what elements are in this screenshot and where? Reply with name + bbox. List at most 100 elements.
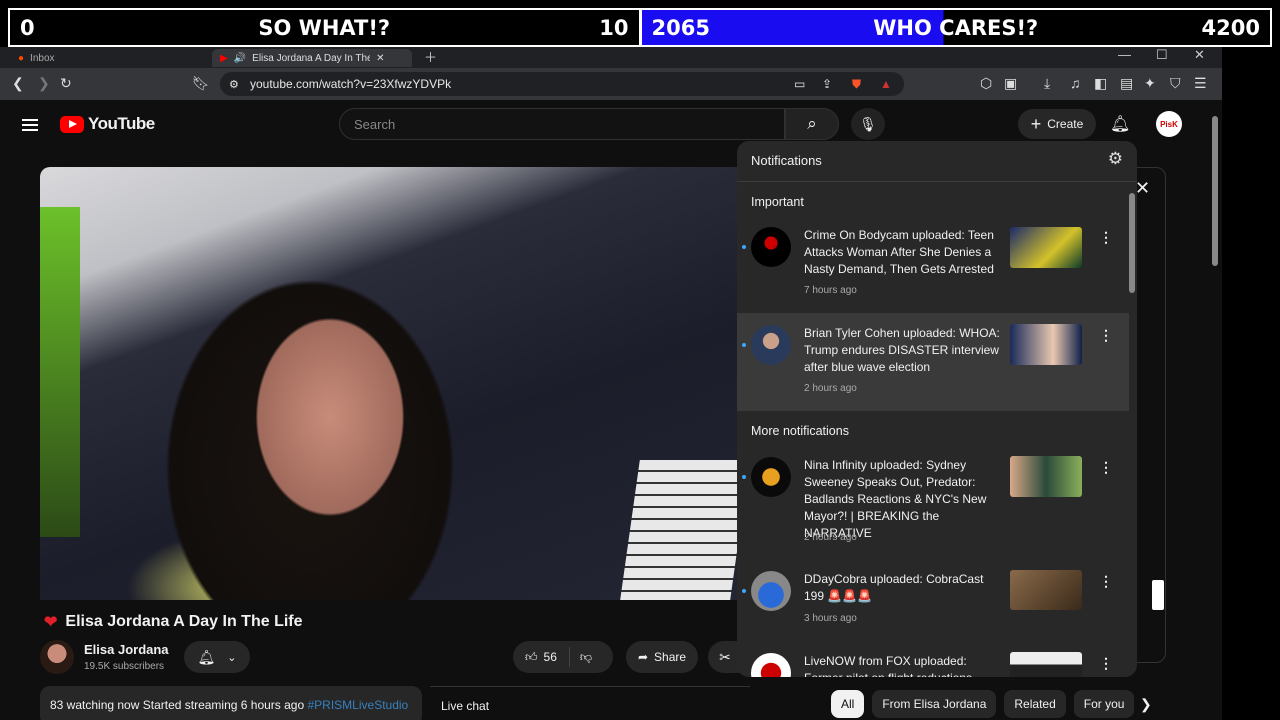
create-button[interactable]: + Create <box>1018 109 1096 139</box>
notification-item[interactable]: Crime On Bodycam uploaded: Teen Attacks … <box>737 215 1129 313</box>
reader-icon[interactable]: ▣ <box>1004 75 1017 92</box>
notification-item[interactable]: LiveNOW from FOX uploaded: Former pilot … <box>737 641 1129 677</box>
bookmark-icon[interactable]: 🔖︎ <box>192 75 210 92</box>
close-window-button[interactable]: ✕ <box>1194 47 1205 63</box>
chip-all[interactable]: All <box>831 690 865 718</box>
new-tab-button[interactable]: ＋ <box>424 47 437 66</box>
video-player[interactable] <box>40 167 740 600</box>
maximize-button[interactable]: ☐ <box>1156 47 1168 63</box>
channel-avatar <box>751 457 791 497</box>
menu-icon[interactable]: ☰ <box>1194 75 1207 92</box>
more-options-icon[interactable]: ⋮ <box>1099 459 1113 476</box>
wallet-icon[interactable]: ▤ <box>1120 75 1133 92</box>
browser-toolbar: ❮ ❯ ↻ 🔖︎ ⚙ youtube.com/watch?v=23XfwzYDV… <box>0 68 1222 100</box>
cast-icon[interactable]: ▭ <box>794 77 805 91</box>
minimize-button[interactable]: — <box>1118 47 1131 62</box>
youtube-logo[interactable]: YouTube <box>60 114 155 134</box>
popup-scrollbar[interactable] <box>1129 193 1135 293</box>
chevron-down-icon: ⌄ <box>227 651 237 664</box>
left-count: 10 <box>599 15 629 40</box>
forward-icon[interactable]: ❯ <box>38 75 50 92</box>
like-count: 56 <box>543 650 557 664</box>
youtube-icon: ▶ <box>220 52 228 64</box>
live-chat-header[interactable]: Live chat <box>430 686 750 720</box>
tab-close-icon[interactable]: ✕ <box>376 53 384 64</box>
url-text: youtube.com/watch?v=23XfwzYDVPk <box>250 77 452 91</box>
chevron-right-icon[interactable]: ❯ <box>1140 696 1152 713</box>
logo-text: YouTube <box>88 114 155 133</box>
channel-avatar <box>751 227 791 267</box>
subscription-bell-button[interactable]: 🔔︎ ⌄ <box>184 641 250 673</box>
search-input[interactable]: Search <box>339 108 785 140</box>
right-count: 4200 <box>1201 15 1260 40</box>
chat-scrollbar-thumb[interactable] <box>1152 580 1164 610</box>
more-options-icon[interactable]: ⋮ <box>1099 573 1113 590</box>
video-title-text: Elisa Jordana A Day In The Life <box>65 613 303 630</box>
share-page-icon[interactable]: ⇪ <box>822 77 832 91</box>
share-icon: ➦ <box>637 650 649 664</box>
tab-strip: ● Inbox ▶ 🔊 Elisa Jordana A Day In The ✕… <box>0 47 1222 68</box>
chip-for-you[interactable]: For you <box>1073 690 1135 718</box>
notification-time: 7 hours ago <box>804 285 857 296</box>
scrollbar-thumb[interactable] <box>1212 116 1218 266</box>
vpn-icon[interactable]: ⛉ <box>1170 75 1181 92</box>
reload-icon[interactable]: ↻ <box>60 75 72 92</box>
media-icon[interactable]: ♫ <box>1070 75 1081 91</box>
description-text: 83 watching now Started streaming 6 hour… <box>50 698 305 712</box>
page-scrollbar[interactable] <box>1208 100 1222 720</box>
extensions-icon[interactable]: ⬡ <box>980 75 992 92</box>
video-thumbnail <box>1010 227 1082 268</box>
back-icon[interactable]: ❮ <box>12 75 24 92</box>
settings-gear-icon[interactable]: ⚙ <box>1108 149 1123 169</box>
notification-text: Crime On Bodycam uploaded: Teen Attacks … <box>804 228 994 276</box>
download-icon[interactable]: ⤓ <box>1044 75 1050 92</box>
video-thumbnail <box>1010 652 1082 677</box>
account-avatar[interactable]: PisK <box>1156 111 1182 137</box>
video-title: ❤ Elisa Jordana A Day In The Life <box>44 612 303 632</box>
notification-text: LiveNOW from FOX uploaded: Former pilot … <box>804 654 972 677</box>
video-frame-detail <box>620 460 740 600</box>
leo-ai-icon[interactable]: ✦ <box>1144 75 1156 92</box>
notification-item[interactable]: Brian Tyler Cohen uploaded: WHOA: Trump … <box>737 313 1129 411</box>
share-button[interactable]: ➦ Share <box>626 641 698 673</box>
hashtag-link[interactable]: #PRISMLiveStudio <box>308 698 409 712</box>
brave-shield-icon[interactable]: ⛊ <box>852 77 861 92</box>
video-frame-detail <box>40 207 80 537</box>
close-icon[interactable]: ✕ <box>1135 178 1150 199</box>
notification-item[interactable]: DDayCobra uploaded: CobraCast 199 🚨🚨🚨 3 … <box>737 559 1129 641</box>
scissors-icon: ✂ <box>719 648 731 665</box>
chip-related[interactable]: Related <box>1004 690 1066 718</box>
sidebar-icon[interactable]: ◧ <box>1094 75 1107 92</box>
hamburger-menu-icon[interactable] <box>22 116 38 134</box>
heart-icon: ❤ <box>44 614 58 631</box>
chip-from-channel[interactable]: From Elisa Jordana <box>872 690 997 718</box>
tab-youtube-video[interactable]: ▶ 🔊 Elisa Jordana A Day In The ✕ <box>212 49 412 67</box>
notifications-title: Notifications <box>751 153 822 168</box>
address-bar[interactable]: ⚙ youtube.com/watch?v=23XfwzYDVPk ▭ ⇪ ⛊ … <box>220 72 904 96</box>
thumbs-down-icon: 👎︎ <box>579 649 593 664</box>
tab-title: Elisa Jordana A Day In The <box>252 52 371 64</box>
channel-avatar <box>751 571 791 611</box>
channel-avatar <box>751 653 791 677</box>
site-info-icon[interactable]: ⚙ <box>229 78 239 91</box>
more-options-icon[interactable]: ⋮ <box>1099 327 1113 344</box>
filter-chips: All From Elisa Jordana Related For you <box>831 690 1135 718</box>
like-button[interactable]: 👍︎ 56 <box>513 647 570 667</box>
search-button[interactable]: ⌕ <box>785 108 839 140</box>
tab-inbox[interactable]: ● Inbox <box>10 49 63 67</box>
notifications-bell-icon[interactable]: 🔔︎ <box>1110 114 1130 134</box>
bell-icon: 🔔︎ <box>197 648 216 665</box>
voice-search-button[interactable]: 🎙︎ <box>851 108 885 140</box>
speaker-icon: 🔊 <box>233 52 247 64</box>
more-options-icon[interactable]: ⋮ <box>1099 229 1113 246</box>
description-box[interactable]: 83 watching now Started streaming 6 hour… <box>40 686 422 720</box>
channel-avatar[interactable] <box>40 640 74 674</box>
notification-item[interactable]: Nina Infinity uploaded: Sydney Sweeney S… <box>737 445 1129 557</box>
notification-text: Brian Tyler Cohen uploaded: WHOA: Trump … <box>804 326 1000 374</box>
video-thumbnail <box>1010 324 1082 365</box>
dislike-button[interactable]: 👎︎ <box>570 650 592 665</box>
more-options-icon[interactable]: ⋮ <box>1099 655 1113 672</box>
channel-name[interactable]: Elisa Jordana <box>84 642 169 657</box>
search-icon: ⌕ <box>807 114 817 133</box>
rewards-icon[interactable]: ▲ <box>880 77 892 91</box>
